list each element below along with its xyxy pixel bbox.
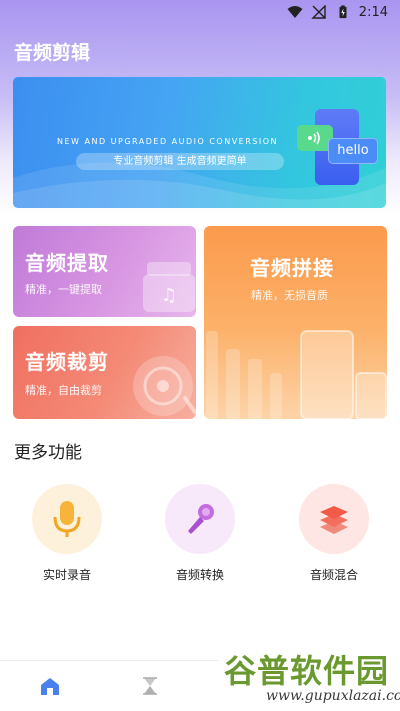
realtime-record-label: 实时录音: [42, 568, 91, 582]
home-icon[interactable]: [39, 675, 61, 697]
audio-mix-button[interactable]: 音频混合: [284, 484, 384, 583]
audio-cut-card[interactable]: 音频裁剪 精准，自由裁剪: [13, 326, 196, 419]
hello-bubble: hello: [328, 138, 378, 164]
mix-icon-circle: [299, 484, 369, 554]
audio-convert-button[interactable]: 音频转换: [150, 484, 250, 583]
sound-wave-icon: [308, 131, 320, 145]
hourglass-icon[interactable]: [139, 675, 161, 697]
promo-banner[interactable]: NEW AND UPGRADED AUDIO CONVERSION 专业音频剪辑…: [13, 77, 386, 208]
music-file-icon: ♫: [143, 262, 195, 312]
watermark-url: www.gupuxlazai.com: [266, 688, 400, 704]
audio-join-card[interactable]: 音频拼接 精准，无损音质: [204, 226, 387, 419]
device-bars-illustration: [206, 330, 387, 419]
svg-text:♫: ♫: [161, 285, 177, 306]
audio-cut-subtitle: 精准，自由裁剪: [25, 384, 102, 397]
audio-convert-label: 音频转换: [175, 568, 224, 582]
realtime-record-button[interactable]: 实时录音: [17, 484, 117, 583]
layers-icon: [320, 506, 348, 534]
audio-mix-label: 音频混合: [309, 568, 358, 582]
page-title: 音频剪辑: [14, 42, 91, 64]
site-watermark: 谷普软件园 www.gupuxlazai.com: [218, 644, 400, 711]
battery-charging-icon: [339, 5, 347, 19]
status-bar: 2:14: [0, 0, 400, 24]
karaoke-mic-icon: [188, 504, 214, 534]
audio-extract-subtitle: 精准，一键提取: [25, 283, 102, 296]
convert-icon-circle: [165, 484, 235, 554]
audio-extract-title: 音频提取: [25, 251, 109, 275]
clock-time: 2:14: [358, 4, 388, 20]
vinyl-record-icon: [133, 356, 196, 416]
wifi-icon: [287, 6, 303, 18]
watermark-chinese: 谷普软件园: [224, 652, 390, 690]
audio-join-subtitle: 精准，无损音质: [251, 289, 328, 302]
no-signal-icon: [311, 5, 326, 19]
audio-join-title: 音频拼接: [250, 256, 334, 280]
audio-cut-title: 音频裁剪: [25, 350, 109, 374]
more-functions-title: 更多功能: [14, 443, 82, 463]
microphone-icon: [53, 501, 81, 537]
banner-slogan: 专业音频剪辑 生成音频更简单: [76, 153, 284, 170]
record-icon-circle: [32, 484, 102, 554]
audio-extract-card[interactable]: ♫ 音频提取 精准，一键提取: [13, 226, 196, 317]
banner-english-text: NEW AND UPGRADED AUDIO CONVERSION: [57, 137, 279, 146]
